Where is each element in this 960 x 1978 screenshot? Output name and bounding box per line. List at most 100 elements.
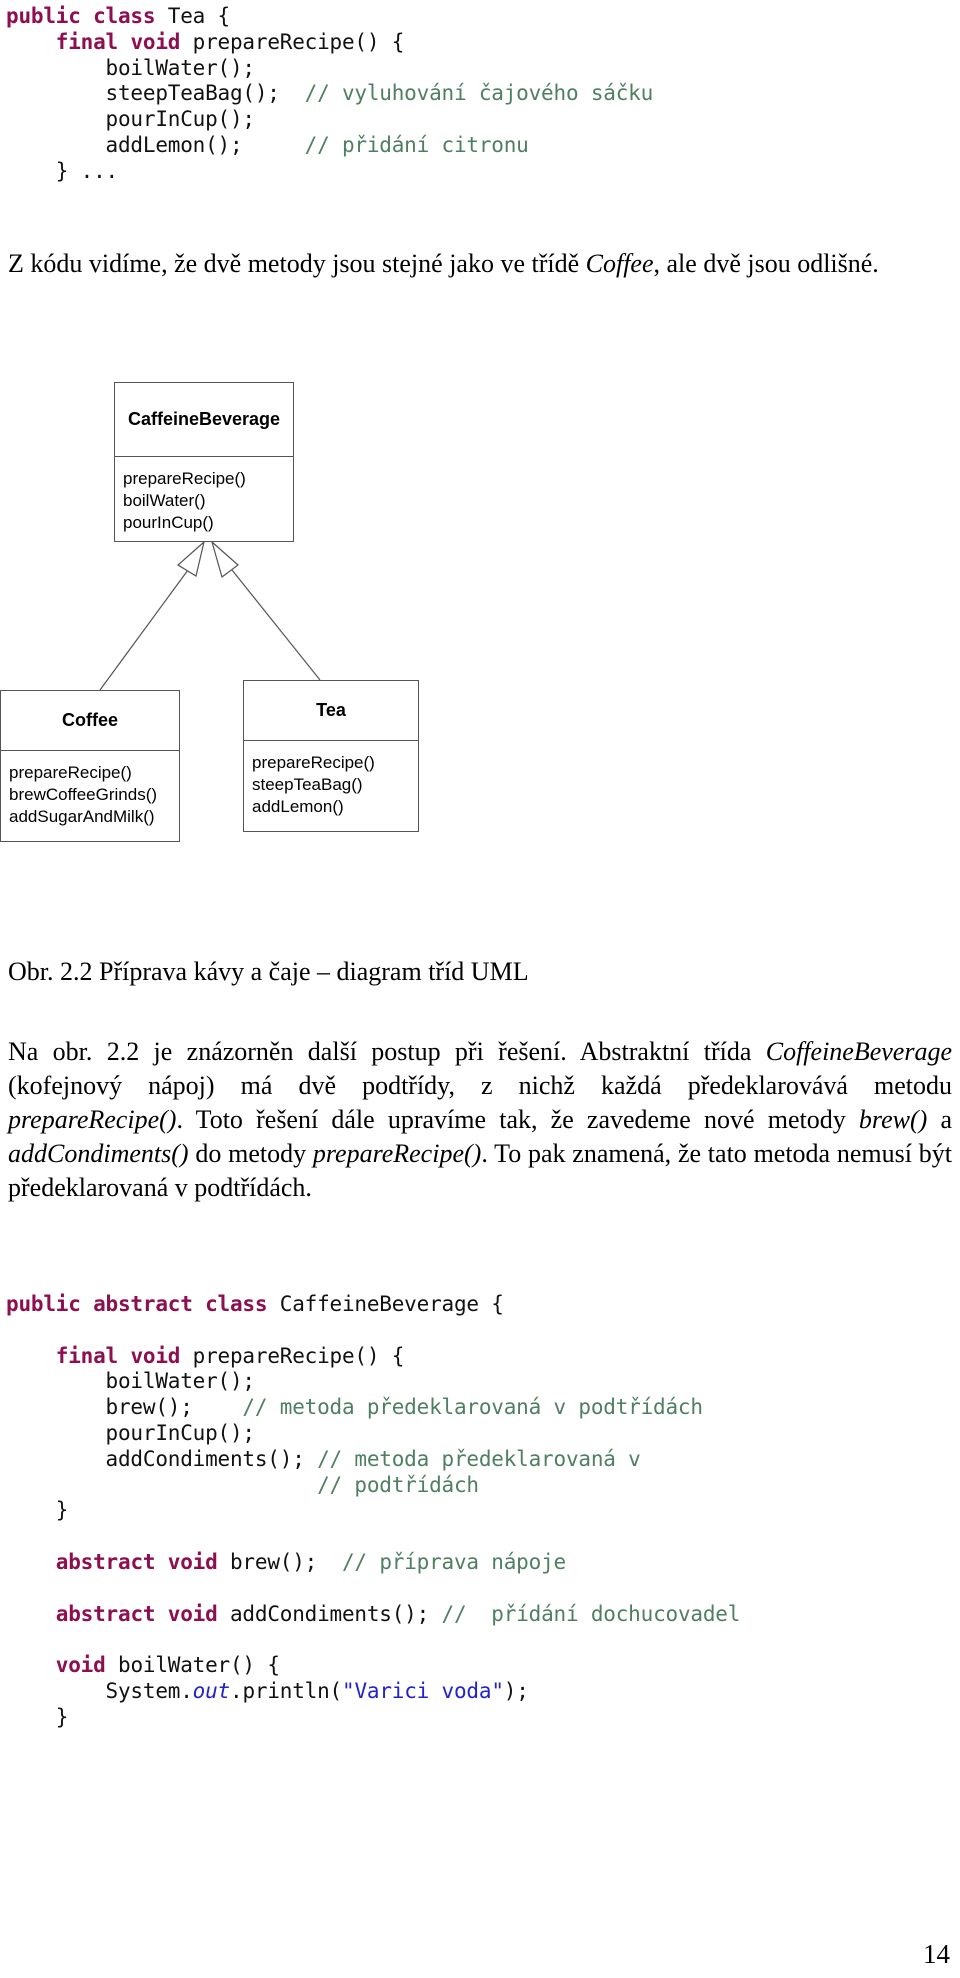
code-line: // podtřídách	[6, 1473, 740, 1499]
code-token-plain: brew();	[229, 1549, 342, 1574]
uml-member: boilWater()	[123, 491, 206, 510]
code-token-cmt: // metoda předeklarovaná v	[317, 1446, 641, 1471]
body-text: . Toto řešení dále upravíme tak, že zave…	[176, 1105, 859, 1134]
code-token-plain: prepareRecipe() {	[192, 29, 405, 54]
generalization-coffee-to-caffeinebeverage	[99, 540, 206, 691]
code-token-cmt: // podtřídách	[317, 1472, 479, 1497]
uml-member: steepTeaBag()	[252, 775, 363, 794]
uml-member: prepareRecipe()	[9, 763, 132, 782]
code-token-plain: );	[503, 1678, 529, 1703]
code-token-plain: }	[6, 1498, 69, 1523]
code-line: boilWater();	[6, 56, 653, 82]
code-line: addCondiments(); // metoda předeklarovan…	[6, 1447, 740, 1473]
code-token-plain: CaffeineBeverage {	[279, 1292, 504, 1316]
code-token-kw: final void	[55, 1343, 193, 1368]
code-line: addLemon(); // přidání citronu	[6, 133, 653, 159]
code-token-kw: abstract void	[55, 1549, 230, 1574]
body-text: Na obr. 2.2 je znázorněn další postup př…	[8, 1037, 766, 1066]
uml-box-title-coffee: Coffee	[1, 691, 179, 751]
code-token-plain: brew();	[6, 1395, 243, 1420]
code-token-kw: void	[55, 1653, 118, 1678]
emphasis-text: addCondiments()	[8, 1139, 189, 1168]
code-token-plain: addLemon();	[6, 132, 305, 157]
code-line: final void prepareRecipe() {	[6, 30, 653, 56]
emphasis-text: Coffee	[585, 249, 654, 278]
code-line: pourInCup();	[6, 107, 653, 133]
body-text: Z kódu vidíme, že dvě metody jsou stejné…	[8, 249, 586, 278]
uml-box-coffee: Coffee prepareRecipe() brewCoffeeGrinds(…	[0, 690, 180, 842]
code-token-plain: addCondiments();	[6, 1446, 318, 1471]
code-token-plain: }	[6, 1704, 69, 1729]
code-line: brew(); // metoda předeklarovaná v podtř…	[6, 1395, 740, 1421]
code-token-kw: abstract void	[55, 1601, 230, 1626]
code-token-plain: pourInCup();	[6, 107, 256, 132]
uml-member: prepareRecipe()	[252, 753, 375, 772]
code-token-plain: Tea {	[167, 4, 230, 28]
body-text: , ale dvě jsou odlišné.	[653, 249, 879, 278]
code-line: public abstract class CaffeineBeverage {	[6, 1292, 740, 1318]
code-token-plain: pourInCup();	[6, 1420, 256, 1445]
emphasis-text: brew()	[858, 1105, 928, 1134]
code-line: final void prepareRecipe() {	[6, 1344, 740, 1370]
code-token-cmt: // přidání citronu	[304, 132, 529, 157]
code-token-plain: .println(	[230, 1678, 342, 1703]
code-line: public class Tea {	[6, 4, 653, 30]
code-token-plain: } ...	[6, 158, 118, 183]
uml-box-title-tea: Tea	[244, 681, 418, 741]
uml-members-coffee: prepareRecipe() brewCoffeeGrinds() addSu…	[1, 751, 179, 838]
uml-member: prepareRecipe()	[123, 469, 246, 488]
code-line: } ...	[6, 159, 653, 185]
uml-members-caffeinebeverage: prepareRecipe() boilWater() pourInCup()	[115, 457, 293, 544]
code-line: void boilWater() {	[6, 1653, 740, 1679]
uml-member: pourInCup()	[123, 513, 214, 532]
generalization-tea-to-caffeinebeverage	[210, 540, 321, 681]
code-line: boilWater();	[6, 1369, 740, 1395]
uml-box-title-caffeinebeverage: CaffeineBeverage	[115, 383, 293, 457]
code-token-cmt: // přídání dochucovadel	[441, 1601, 741, 1626]
emphasis-text: prepareRecipe()	[8, 1105, 177, 1134]
code-token-kw: public abstract class	[6, 1292, 280, 1316]
code-token-str: "Varici voda"	[342, 1678, 504, 1703]
code-token-cmt: // vyluhování čajového sáčku	[304, 81, 654, 106]
code-token-plain: System.	[6, 1678, 193, 1703]
code-line: System.out.println("Varici voda");	[6, 1679, 740, 1705]
code-token-cmt: // příprava nápoje	[341, 1549, 566, 1574]
code-token-kw: final void	[55, 29, 193, 54]
code-block-tea: public class Tea { final void prepareRec…	[6, 4, 653, 185]
code-token-plain: addCondiments();	[229, 1601, 442, 1626]
intro-paragraph: Z kódu vidíme, že dvě metody jsou stejné…	[8, 247, 952, 281]
uml-box-caffeinebeverage: CaffeineBeverage prepareRecipe() boilWat…	[114, 382, 294, 542]
code-line: }	[6, 1498, 740, 1524]
uml-member: addSugarAndMilk()	[9, 807, 155, 826]
uml-members-tea: prepareRecipe() steepTeaBag() addLemon()	[244, 741, 418, 828]
code-token-plain: prepareRecipe() {	[192, 1343, 405, 1368]
code-line: abstract void addCondiments(); // přídán…	[6, 1601, 741, 1628]
code-line: steepTeaBag(); // vyluhování čajového sá…	[6, 81, 654, 107]
page-number: 14	[923, 1939, 950, 1969]
uml-member: brewCoffeeGrinds()	[9, 785, 158, 804]
code-token-kw: public class	[6, 4, 168, 28]
code-token-plain: boilWater() {	[118, 1653, 280, 1678]
uml-box-tea: Tea prepareRecipe() steepTeaBag() addLem…	[243, 680, 419, 832]
body-text: (kofejnový nápoj) má dvě podtřídy, z nic…	[8, 1071, 952, 1100]
code-token-plain: boilWater();	[6, 1369, 256, 1394]
code-token-plain: steepTeaBag();	[6, 81, 305, 106]
code-line: }	[6, 1705, 740, 1731]
code-block-caffeinebeverage: public abstract class CaffeineBeverage {…	[6, 1292, 740, 1731]
code-line: abstract void brew(); // příprava nápoje	[6, 1550, 740, 1576]
emphasis-text: CoffeineBeverage	[765, 1037, 952, 1066]
body-text: a	[927, 1105, 953, 1134]
uml-class-diagram: CaffeineBeverage prepareRecipe() boilWat…	[0, 368, 960, 948]
emphasis-text: prepareRecipe()	[312, 1139, 482, 1168]
figure-caption: Obr. 2.2 Příprava kávy a čaje – diagram …	[8, 957, 529, 986]
body-text: do metody	[188, 1139, 313, 1168]
